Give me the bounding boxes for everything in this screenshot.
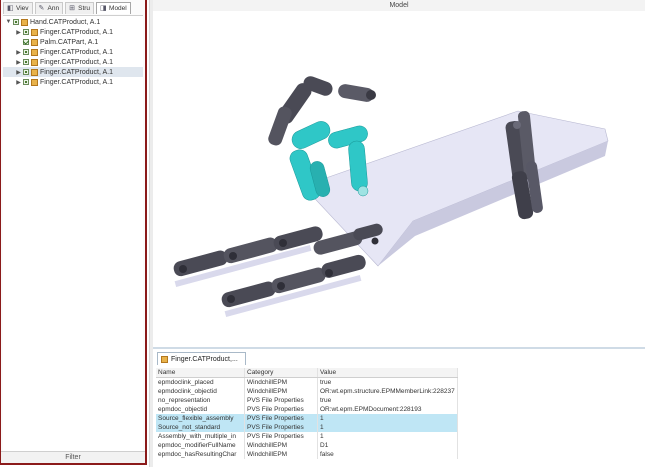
property-value: 1 bbox=[317, 432, 458, 441]
properties-panel: Finger.CATProduct,... Name Category Value … bbox=[153, 347, 645, 467]
table-row[interactable]: Assembly_with_multiple_in PVS File Proper… bbox=[156, 432, 458, 441]
column-header-name[interactable]: Name bbox=[156, 368, 245, 378]
tree-node-label: Hand.CATProduct, A.1 bbox=[30, 18, 101, 26]
property-name: Assembly_with_multiple_in bbox=[156, 432, 245, 441]
tab-label: Ann bbox=[47, 5, 60, 12]
tree-node-label: Finger.CATProduct, A.1 bbox=[40, 28, 114, 36]
product-tree: ▼ Hand.CATProduct, A.1 ▶ Finger.CATProduct,… bbox=[3, 15, 143, 451]
property-category: WindchillEPM bbox=[244, 377, 318, 387]
visibility-checkbox[interactable] bbox=[23, 39, 29, 45]
visibility-checkbox[interactable] bbox=[23, 79, 29, 85]
property-category: PVS File Properties bbox=[244, 414, 318, 423]
expand-arrow-icon[interactable]: ▶ bbox=[15, 49, 22, 56]
structure-icon: ⊞ bbox=[69, 5, 75, 12]
visibility-checkbox[interactable] bbox=[23, 49, 29, 55]
property-name: epmdoc_hasResultingChar bbox=[156, 450, 245, 459]
column-header-category[interactable]: Category bbox=[244, 368, 318, 378]
table-row[interactable]: Source_not_standard PVS File Properties 1 bbox=[156, 423, 458, 432]
property-name: epmdoc_modifierFullName bbox=[156, 441, 245, 450]
table-row[interactable]: epmdoclink_objectid WindchillEPM OR:wt.epm… bbox=[156, 387, 458, 396]
left-tab-bar: ◧ Viev ✎ Ann ⊞ Stru ◨ Model bbox=[3, 2, 143, 14]
view-icon: ◧ bbox=[7, 5, 14, 12]
visibility-checkbox[interactable] bbox=[23, 59, 29, 65]
visibility-checkbox[interactable] bbox=[13, 19, 19, 25]
product-icon bbox=[31, 58, 38, 66]
product-icon bbox=[21, 18, 28, 26]
property-name: no_representation bbox=[156, 396, 245, 405]
property-value: false bbox=[317, 450, 458, 459]
tab-label: Stru bbox=[78, 5, 91, 12]
tree-node[interactable]: ▶ Finger.CATProduct, A.1 bbox=[3, 77, 143, 87]
table-row[interactable]: epmdoc_modifierFullName WindchillEPM D1 bbox=[156, 441, 458, 450]
tree-node[interactable]: ▶ Finger.CATProduct, A.1 bbox=[3, 57, 143, 67]
property-category: WindchillEPM bbox=[244, 387, 318, 396]
properties-table: Name Category Value epmdoclink_placed Windc… bbox=[156, 368, 458, 459]
tree-node-label: Finger.CATProduct, A.1 bbox=[40, 68, 114, 76]
tree-node[interactable]: ▼ Hand.CATProduct, A.1 bbox=[3, 17, 143, 27]
finger-front-2 bbox=[221, 254, 366, 318]
property-value: 1 bbox=[317, 423, 458, 432]
product-icon bbox=[31, 48, 38, 56]
product-icon bbox=[31, 68, 38, 76]
properties-tab-label: Finger.CATProduct,... bbox=[171, 355, 238, 363]
property-category: WindchillEPM bbox=[244, 441, 318, 450]
model-icon: ◨ bbox=[100, 5, 107, 12]
property-name: Source_flexible_assembly bbox=[156, 414, 245, 423]
product-icon bbox=[31, 38, 38, 46]
tree-node-label: Palm.CATPart, A.1 bbox=[40, 38, 99, 46]
tree-node[interactable]: ▶ Finger.CATProduct, A.1 bbox=[3, 47, 143, 57]
tree-node-label: Finger.CATProduct, A.1 bbox=[40, 78, 114, 86]
property-name: epmdoc_objectid bbox=[156, 405, 245, 414]
property-category: PVS File Properties bbox=[244, 423, 318, 432]
tree-node[interactable]: ▶ Finger.CATProduct, A.1 bbox=[3, 67, 143, 77]
visibility-checkbox[interactable] bbox=[23, 29, 29, 35]
model-viewport[interactable] bbox=[153, 11, 645, 347]
product-icon bbox=[31, 78, 38, 86]
table-row[interactable]: no_representation PVS File Properties true bbox=[156, 396, 458, 405]
property-name: epmdoclink_objectid bbox=[156, 387, 245, 396]
tab-label: Model bbox=[109, 5, 127, 12]
table-row[interactable]: epmdoclink_placed WindchillEPM true bbox=[156, 377, 458, 387]
property-value: D1 bbox=[317, 441, 458, 450]
tree-node-label: Finger.CATProduct, A.1 bbox=[40, 48, 114, 56]
property-category: PVS File Properties bbox=[244, 432, 318, 441]
tree-node[interactable]: ▶ Finger.CATProduct, A.1 bbox=[3, 27, 143, 37]
column-header-value[interactable]: Value bbox=[317, 368, 458, 378]
property-value: OR:wt.epm.EPMDocument:228193 bbox=[317, 405, 458, 414]
table-row[interactable]: epmdoc_hasResultingChar WindchillEPM false bbox=[156, 450, 458, 459]
tab-ann[interactable]: ✎ Ann bbox=[34, 2, 64, 14]
tab-model[interactable]: ◨ Model bbox=[96, 2, 131, 14]
tree-node[interactable]: Palm.CATPart, A.1 bbox=[3, 37, 143, 47]
property-name: epmdoclink_placed bbox=[156, 377, 245, 387]
tab-viev[interactable]: ◧ Viev bbox=[3, 2, 33, 14]
table-row[interactable]: Source_flexible_assembly PVS File Propert… bbox=[156, 414, 458, 423]
expand-arrow-icon[interactable]: ▶ bbox=[15, 79, 22, 86]
product-icon bbox=[31, 28, 38, 36]
tree-node-label: Finger.CATProduct, A.1 bbox=[40, 58, 114, 66]
expand-arrow-icon[interactable]: ▶ bbox=[15, 59, 22, 66]
property-category: PVS File Properties bbox=[244, 396, 318, 405]
property-category: WindchillEPM bbox=[244, 450, 318, 459]
filter-bar[interactable]: Filter bbox=[1, 451, 145, 463]
expand-arrow-icon[interactable]: ▶ bbox=[15, 29, 22, 36]
tab-label: Viev bbox=[16, 5, 29, 12]
tab-stru[interactable]: ⊞ Stru bbox=[65, 2, 95, 14]
table-row[interactable]: epmdoc_objectid PVS File Properties OR:wt.… bbox=[156, 405, 458, 414]
visibility-checkbox[interactable] bbox=[23, 69, 29, 75]
property-value: true bbox=[317, 377, 458, 387]
properties-tab[interactable]: Finger.CATProduct,... bbox=[157, 352, 246, 365]
expand-arrow-icon[interactable]: ▶ bbox=[15, 69, 22, 76]
property-value: true bbox=[317, 396, 458, 405]
collapse-arrow-icon[interactable]: ▼ bbox=[5, 19, 12, 25]
property-value: 1 bbox=[317, 414, 458, 423]
property-category: PVS File Properties bbox=[244, 405, 318, 414]
structure-panel: ◧ Viev ✎ Ann ⊞ Stru ◨ Model ▼ Hand.CATProduct, A… bbox=[0, 0, 147, 465]
finger-selected bbox=[289, 121, 369, 201]
product-icon bbox=[161, 355, 168, 363]
hand-3d-model[interactable] bbox=[153, 11, 645, 347]
annotation-icon: ✎ bbox=[38, 5, 45, 12]
property-name: Source_not_standard bbox=[156, 423, 245, 432]
property-value: OR:wt.epm.structure.EPMMemberLink:228237 bbox=[317, 387, 458, 396]
